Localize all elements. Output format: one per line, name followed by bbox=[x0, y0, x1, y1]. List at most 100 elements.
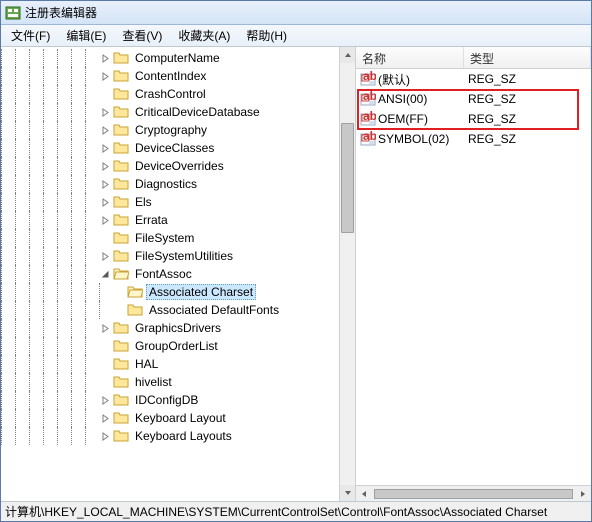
tree-label[interactable]: Cryptography bbox=[132, 122, 210, 138]
menu-view[interactable]: 查看(V) bbox=[114, 25, 170, 46]
string-value-icon: ab bbox=[360, 111, 376, 127]
string-value-icon: ab bbox=[360, 71, 376, 87]
tree-expander-icon[interactable] bbox=[99, 52, 111, 64]
value-type: REG_SZ bbox=[468, 92, 516, 106]
tree-expander-icon[interactable] bbox=[99, 358, 111, 370]
tree-expander-icon[interactable] bbox=[99, 322, 111, 334]
menu-edit[interactable]: 编辑(E) bbox=[58, 25, 114, 46]
tree-expander-icon[interactable] bbox=[99, 376, 111, 388]
tree-expander-icon[interactable] bbox=[99, 268, 111, 280]
tree-item[interactable]: CrashControl bbox=[1, 85, 355, 103]
tree-item[interactable]: GraphicsDrivers bbox=[1, 319, 355, 337]
tree-expander-icon[interactable] bbox=[99, 178, 111, 190]
string-value-icon: ab bbox=[360, 91, 376, 107]
status-bar: 计算机\HKEY_LOCAL_MACHINE\SYSTEM\CurrentCon… bbox=[1, 501, 591, 521]
tree-item[interactable]: Keyboard Layouts bbox=[1, 427, 355, 445]
tree-label[interactable]: FileSystem bbox=[132, 230, 197, 246]
folder-icon bbox=[127, 285, 143, 299]
tree-label[interactable]: HAL bbox=[132, 356, 161, 372]
tree-item[interactable]: Errata bbox=[1, 211, 355, 229]
tree-item[interactable]: ComputerName bbox=[1, 49, 355, 67]
tree-expander-icon[interactable] bbox=[99, 88, 111, 100]
tree-pane[interactable]: ComputerName ContentIndex CrashControl C… bbox=[1, 47, 356, 501]
tree-label[interactable]: Keyboard Layouts bbox=[132, 428, 235, 444]
tree-label[interactable]: ComputerName bbox=[132, 50, 223, 66]
tree-scrollbar[interactable] bbox=[339, 47, 355, 501]
list-pane: 名称 类型 ab (默认) REG_SZ ab ANSI(00) REG_SZ … bbox=[356, 47, 591, 501]
tree-expander-icon[interactable] bbox=[99, 196, 111, 208]
tree-label[interactable]: CriticalDeviceDatabase bbox=[132, 104, 263, 120]
folder-icon bbox=[113, 87, 129, 101]
tree-label[interactable]: CrashControl bbox=[132, 86, 209, 102]
tree-label[interactable]: FontAssoc bbox=[132, 266, 195, 282]
tree-item[interactable]: Els bbox=[1, 193, 355, 211]
tree-item[interactable]: GroupOrderList bbox=[1, 337, 355, 355]
tree-item[interactable]: Cryptography bbox=[1, 121, 355, 139]
tree-item[interactable]: CriticalDeviceDatabase bbox=[1, 103, 355, 121]
tree-label[interactable]: Errata bbox=[132, 212, 171, 228]
tree-item[interactable]: Associated DefaultFonts bbox=[1, 301, 355, 319]
tree-label[interactable]: GroupOrderList bbox=[132, 338, 221, 354]
tree-item[interactable]: FileSystemUtilities bbox=[1, 247, 355, 265]
scrollbar-thumb[interactable] bbox=[341, 123, 354, 233]
tree-label[interactable]: ContentIndex bbox=[132, 68, 209, 84]
tree-expander-icon[interactable] bbox=[99, 232, 111, 244]
tree-item[interactable]: Keyboard Layout bbox=[1, 409, 355, 427]
tree-expander-icon[interactable] bbox=[99, 160, 111, 172]
tree-label[interactable]: IDConfigDB bbox=[132, 392, 201, 408]
list-row[interactable]: ab OEM(FF) REG_SZ bbox=[356, 109, 591, 129]
tree-expander-icon[interactable] bbox=[99, 124, 111, 136]
list-row[interactable]: ab (默认) REG_SZ bbox=[356, 69, 591, 89]
tree-label[interactable]: Associated Charset bbox=[146, 284, 256, 300]
list-scrollbar-h[interactable] bbox=[356, 485, 591, 501]
tree-label[interactable]: Associated DefaultFonts bbox=[146, 302, 282, 318]
list-row[interactable]: ab SYMBOL(02) REG_SZ bbox=[356, 129, 591, 149]
tree-item[interactable]: Diagnostics bbox=[1, 175, 355, 193]
folder-icon bbox=[113, 339, 129, 353]
tree-expander-icon[interactable] bbox=[99, 106, 111, 118]
column-name[interactable]: 名称 bbox=[356, 47, 464, 68]
list-body[interactable]: ab (默认) REG_SZ ab ANSI(00) REG_SZ ab OEM… bbox=[356, 69, 591, 485]
tree-label[interactable]: hivelist bbox=[132, 374, 175, 390]
column-type[interactable]: 类型 bbox=[464, 47, 591, 68]
tree-label[interactable]: Keyboard Layout bbox=[132, 410, 229, 426]
scroll-down-icon[interactable] bbox=[340, 485, 355, 501]
menu-file[interactable]: 文件(F) bbox=[3, 25, 58, 46]
tree-label[interactable]: FileSystemUtilities bbox=[132, 248, 236, 264]
tree-item[interactable]: DeviceOverrides bbox=[1, 157, 355, 175]
folder-icon bbox=[113, 267, 129, 281]
tree-expander-icon[interactable] bbox=[99, 340, 111, 352]
tree-expander-icon[interactable] bbox=[99, 412, 111, 424]
title-bar: 注册表编辑器 bbox=[1, 1, 591, 25]
tree-item[interactable]: HAL bbox=[1, 355, 355, 373]
folder-icon bbox=[113, 321, 129, 335]
scrollbar-h-thumb[interactable] bbox=[374, 489, 573, 499]
menu-favorites[interactable]: 收藏夹(A) bbox=[170, 25, 238, 46]
tree-expander-icon[interactable] bbox=[113, 304, 125, 316]
tree-expander-icon[interactable] bbox=[113, 286, 125, 298]
tree-label[interactable]: Els bbox=[132, 194, 155, 210]
scroll-up-icon[interactable] bbox=[340, 47, 355, 63]
tree-item[interactable]: IDConfigDB bbox=[1, 391, 355, 409]
tree-item[interactable]: DeviceClasses bbox=[1, 139, 355, 157]
menu-help[interactable]: 帮助(H) bbox=[238, 25, 295, 46]
tree-label[interactable]: DeviceOverrides bbox=[132, 158, 227, 174]
tree-label[interactable]: DeviceClasses bbox=[132, 140, 217, 156]
tree-item[interactable]: FileSystem bbox=[1, 229, 355, 247]
list-row[interactable]: ab ANSI(00) REG_SZ bbox=[356, 89, 591, 109]
tree-label[interactable]: Diagnostics bbox=[132, 176, 200, 192]
tree-item[interactable]: hivelist bbox=[1, 373, 355, 391]
menu-bar: 文件(F) 编辑(E) 查看(V) 收藏夹(A) 帮助(H) bbox=[1, 25, 591, 47]
value-name: ANSI(00) bbox=[378, 92, 427, 106]
tree-expander-icon[interactable] bbox=[99, 214, 111, 226]
tree-label[interactable]: GraphicsDrivers bbox=[132, 320, 224, 336]
tree-item[interactable]: FontAssoc bbox=[1, 265, 355, 283]
tree-expander-icon[interactable] bbox=[99, 430, 111, 442]
tree-item[interactable]: ContentIndex bbox=[1, 67, 355, 85]
tree-expander-icon[interactable] bbox=[99, 394, 111, 406]
tree-expander-icon[interactable] bbox=[99, 142, 111, 154]
tree-expander-icon[interactable] bbox=[99, 250, 111, 262]
tree-expander-icon[interactable] bbox=[99, 70, 111, 82]
folder-icon bbox=[113, 249, 129, 263]
tree-item[interactable]: Associated Charset bbox=[1, 283, 355, 301]
